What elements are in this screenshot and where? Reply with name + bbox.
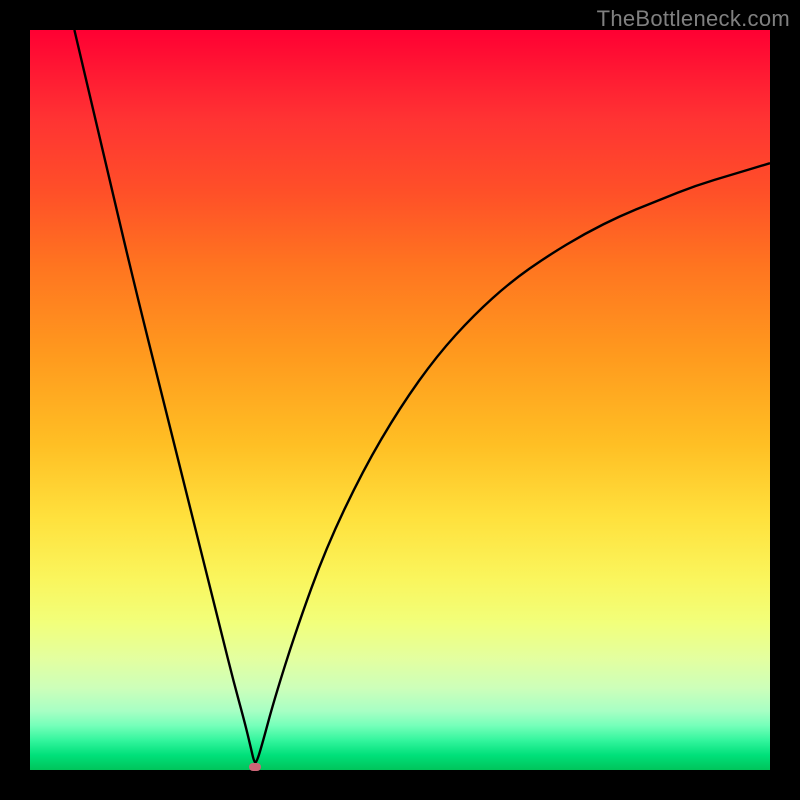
bottleneck-curve [74,30,770,763]
chart-stage: TheBottleneck.com [0,0,800,800]
curve-layer [30,30,770,770]
watermark-text: TheBottleneck.com [597,6,790,32]
min-marker [249,763,261,771]
plot-area [30,30,770,770]
